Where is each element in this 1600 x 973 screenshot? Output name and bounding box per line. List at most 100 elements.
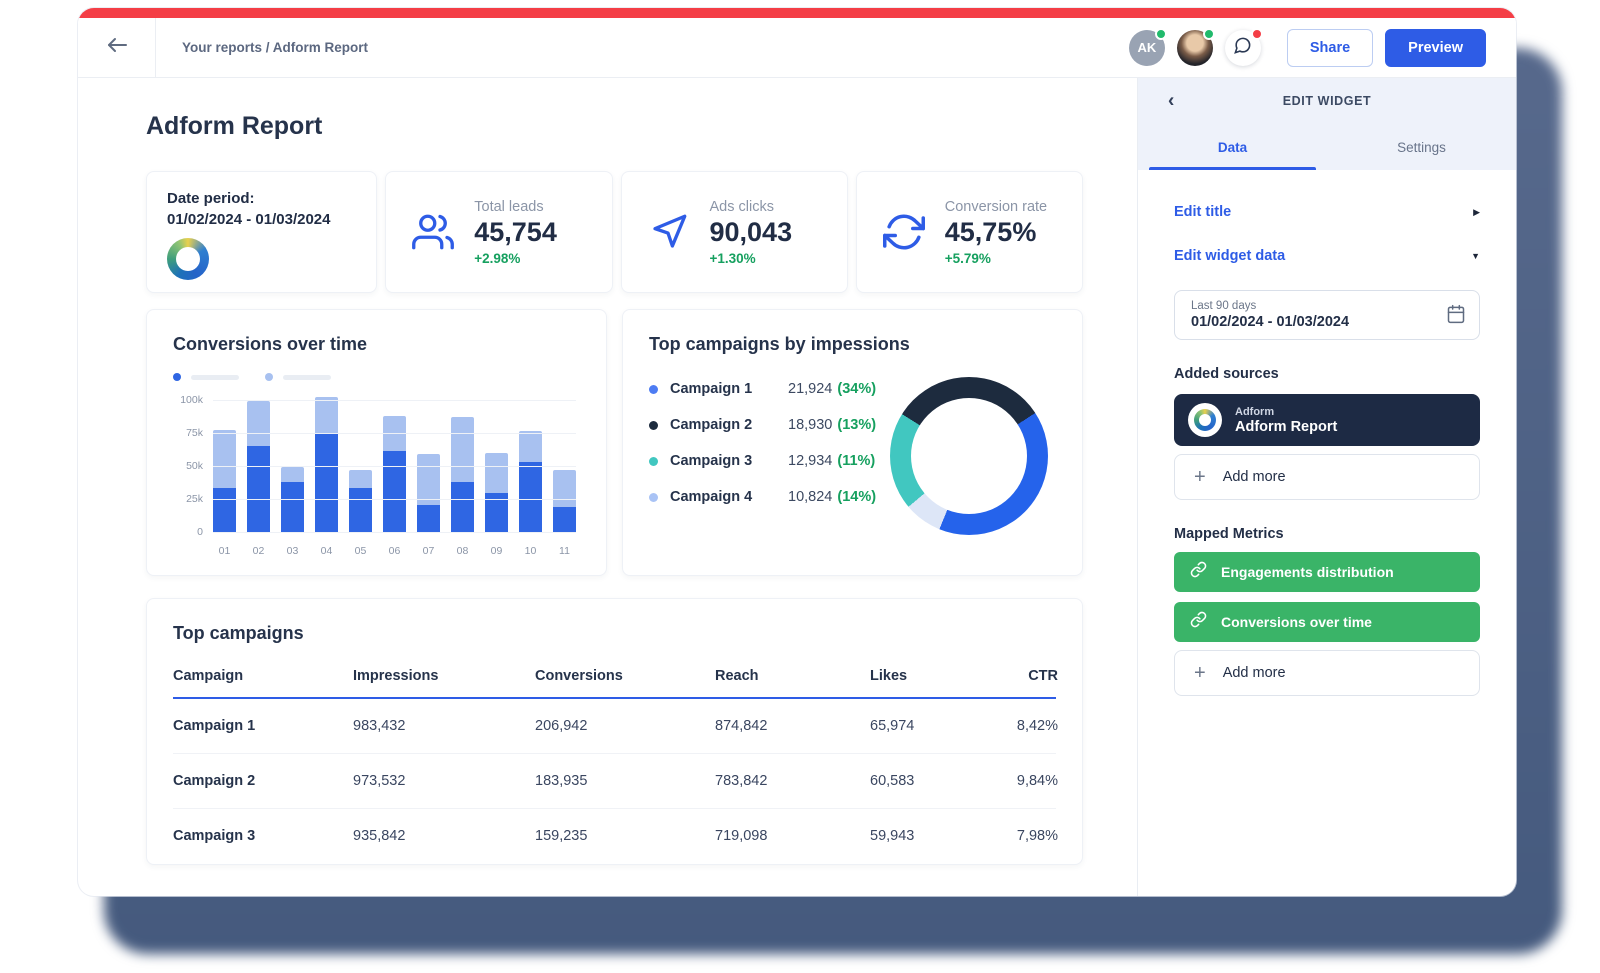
conversions-chart-card[interactable]: Conversions over time 010203040506070809… <box>146 309 607 576</box>
mapped-metrics-list: Engagements distribution Conversions over… <box>1174 552 1480 642</box>
bar-segment-dark <box>247 446 270 533</box>
y-axis-tick: 0 <box>173 526 203 538</box>
campaign-label: Campaign 1 <box>670 381 788 397</box>
link-icon <box>1190 561 1221 583</box>
date-period-label: Date period: <box>167 190 356 207</box>
table-cell: 9,84% <box>978 773 1058 789</box>
bar-segment-light <box>485 453 508 494</box>
table-body: Campaign 1983,432206,942874,84265,9748,4… <box>173 699 1056 863</box>
bars <box>213 391 576 533</box>
donut-legend-item: Campaign 312,934(11%) <box>649 453 890 469</box>
back-button[interactable] <box>78 18 156 77</box>
mapped-metrics-label: Mapped Metrics <box>1174 526 1480 542</box>
avatar-ak[interactable]: AK <box>1129 30 1165 66</box>
campaign-percent: (13%) <box>837 417 876 433</box>
mapped-metric-button[interactable]: Engagements distribution <box>1174 552 1480 592</box>
metric-label: Conversions over time <box>1221 614 1372 630</box>
kpi-delta: +2.98% <box>474 251 557 266</box>
x-axis-label: 04 <box>315 545 338 557</box>
tab-data[interactable]: Data <box>1138 124 1327 170</box>
bar-segment-light <box>451 417 474 482</box>
gridline <box>213 466 576 467</box>
bar-segment-light <box>247 401 270 446</box>
gridline <box>213 433 576 434</box>
donut-legend-item: Campaign 218,930(13%) <box>649 417 890 433</box>
bar-segment-light <box>315 397 338 433</box>
campaign-label: Campaign 2 <box>670 417 788 433</box>
add-source-button[interactable]: + Add more <box>1174 454 1480 500</box>
bar-chart-plot: 0102030405060708091011 025k50k75k100k <box>173 391 580 557</box>
adform-logo-icon <box>167 238 209 280</box>
bar-segment-dark <box>383 451 406 533</box>
comments-button[interactable] <box>1225 30 1261 66</box>
edit-widget-data-link[interactable]: Edit widget data <box>1174 248 1285 264</box>
chevron-down-icon: ▼ <box>1471 251 1480 261</box>
kpi-card[interactable]: Ads clicks90,043+1.30% <box>621 171 848 293</box>
edit-widget-panel: ‹ EDIT WIDGET Data Settings Edit title ▶… <box>1137 78 1516 896</box>
kpi-card[interactable]: Conversion rate45,75%+5.79% <box>856 171 1083 293</box>
legend-dot-light <box>265 373 273 381</box>
legend-item <box>265 373 331 381</box>
date-period-card[interactable]: Date period: 01/02/2024 - 01/03/2024 <box>146 171 377 293</box>
table-cell: 159,235 <box>535 828 715 844</box>
kpi-value: 45,75% <box>945 217 1047 248</box>
link-icon <box>1190 611 1221 633</box>
mapped-metric-button[interactable]: Conversions over time <box>1174 602 1480 642</box>
table-cell: 874,842 <box>715 718 870 734</box>
table-cell: 719,098 <box>715 828 870 844</box>
edit-title-link[interactable]: Edit title <box>1174 204 1231 220</box>
metric-label: Engagements distribution <box>1221 564 1394 580</box>
bar-segment-dark <box>553 507 576 533</box>
table-cell: 60,583 <box>870 773 978 789</box>
x-axis-label: 03 <box>281 545 304 557</box>
kpi-texts: Conversion rate45,75%+5.79% <box>945 199 1047 266</box>
edit-title-row[interactable]: Edit title ▶ <box>1174 204 1480 220</box>
table-cell: Campaign 1 <box>173 718 353 734</box>
x-axis-label: 01 <box>213 545 236 557</box>
preview-button[interactable]: Preview <box>1385 29 1486 67</box>
avatar-photo[interactable] <box>1177 30 1213 66</box>
tab-settings[interactable]: Settings <box>1327 124 1516 170</box>
edit-widget-data-row[interactable]: Edit widget data ▼ <box>1174 248 1480 264</box>
column-header: Likes <box>870 668 978 684</box>
top-campaigns-table-card[interactable]: Top campaigns CampaignImpressionsConvers… <box>146 598 1083 865</box>
table-row: Campaign 3935,842159,235719,09859,9437,9… <box>173 809 1056 863</box>
table-cell: 935,842 <box>353 828 535 844</box>
table-cell: 7,98% <box>978 828 1058 844</box>
chevron-right-icon: ▶ <box>1473 207 1480 218</box>
table-cell: 983,432 <box>353 718 535 734</box>
bar-segment-dark <box>315 433 338 533</box>
campaign-label: Campaign 4 <box>670 489 788 505</box>
page-title: Adform Report <box>146 112 1083 141</box>
legend-line <box>283 375 331 380</box>
donut-legend-item: Campaign 121,924(34%) <box>649 381 890 397</box>
share-button[interactable]: Share <box>1287 29 1373 67</box>
legend-dot <box>649 493 658 502</box>
kpi-card[interactable]: Total leads45,754+2.98% <box>385 171 612 293</box>
chat-bubble-icon <box>1233 36 1252 60</box>
source-card-adform[interactable]: Adform Adform Report <box>1174 394 1480 446</box>
date-range-field[interactable]: Last 90 days 01/02/2024 - 01/03/2024 <box>1174 290 1480 340</box>
bar-segment-dark <box>213 488 236 533</box>
panel-header: ‹ EDIT WIDGET Data Settings <box>1138 78 1516 170</box>
bar-segment-light <box>213 430 236 488</box>
kpi-label: Ads clicks <box>710 199 793 215</box>
table-header-row: CampaignImpressionsConversionsReachLikes… <box>173 668 1056 699</box>
top-campaigns-chart-card[interactable]: Top campaigns by impessions Campaign 121… <box>622 309 1083 576</box>
column-header: Impressions <box>353 668 535 684</box>
collapse-panel-button chevron-left-icon[interactable]: ‹ <box>1168 92 1174 111</box>
kpi-label: Total leads <box>474 199 557 215</box>
table-title: Top campaigns <box>173 623 1056 644</box>
date-range-value: 01/02/2024 - 01/03/2024 <box>1191 314 1435 330</box>
y-axis-tick: 100k <box>173 394 203 406</box>
table-row: Campaign 1983,432206,942874,84265,9748,4… <box>173 699 1056 754</box>
date-range-preset: Last 90 days <box>1191 300 1435 312</box>
add-metric-button[interactable]: + Add more <box>1174 650 1480 696</box>
y-axis-tick: 75k <box>173 427 203 439</box>
column-header: Conversions <box>535 668 715 684</box>
x-axis-labels: 0102030405060708091011 <box>213 545 576 557</box>
table-cell: 783,842 <box>715 773 870 789</box>
kpi-row: Date period: 01/02/2024 - 01/03/2024 Tot… <box>146 171 1083 293</box>
legend-dot-dark <box>173 373 181 381</box>
campaign-value: 21,924 <box>788 381 832 397</box>
